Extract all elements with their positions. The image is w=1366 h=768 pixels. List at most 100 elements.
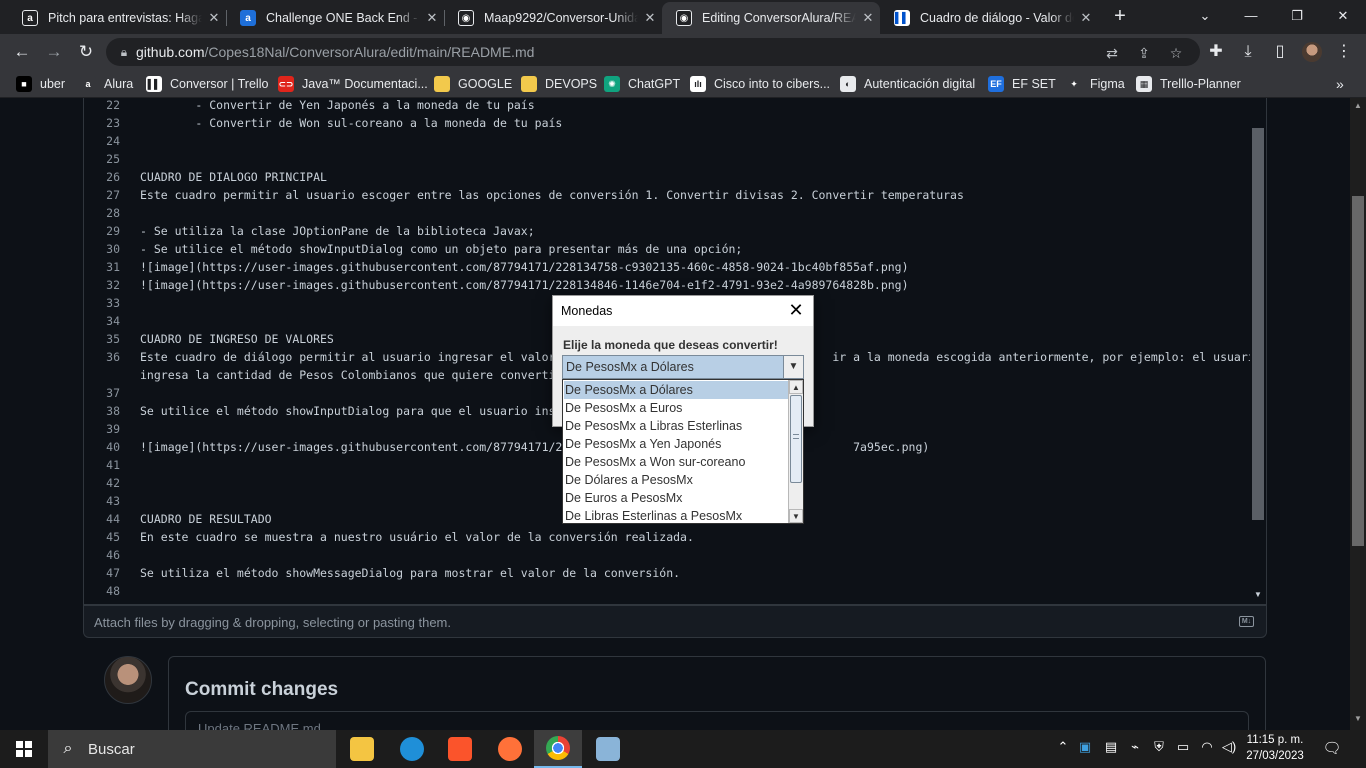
commit-message-input[interactable]: Update README.md — [185, 711, 1249, 730]
scroll-down-icon[interactable]: ▼ — [789, 509, 803, 523]
display-icon[interactable]: ▤ — [1100, 739, 1122, 755]
bookmark-label: Figma — [1090, 77, 1125, 91]
download-icon[interactable]: ⤓ — [1236, 40, 1260, 64]
close-window-button[interactable]: ✕ — [1320, 0, 1366, 34]
browser-tab[interactable]: a Challenge ONE Back End - Ja ✕ — [226, 2, 444, 34]
chevron-up-icon[interactable]: ⌃ — [1052, 739, 1074, 755]
bookmark-item[interactable]: ◐ Autenticación digital — [840, 75, 975, 93]
editor-scroll-down-icon[interactable]: ▼ — [1250, 590, 1266, 599]
wifi-icon[interactable]: ◠ — [1196, 739, 1218, 755]
code-line[interactable]: 48 — [84, 584, 1244, 602]
new-tab-button[interactable]: + — [1108, 4, 1132, 30]
dropdown-option[interactable]: De Libras Esterlinas a PesosMx — [564, 507, 788, 525]
code-line[interactable]: 32 ![image](https://user-images.githubuse… — [84, 278, 1244, 296]
bookmark-item[interactable]: GOOGLE — [434, 75, 512, 93]
browser-tab[interactable]: ▌▌ Cuadro de diálogo - Valor de ✕ — [880, 2, 1098, 34]
code-line[interactable]: 31 ![image](https://user-images.githubuse… — [84, 260, 1244, 278]
taskbar-app[interactable] — [486, 730, 534, 768]
more-bookmarks-icon[interactable]: » — [1336, 75, 1344, 93]
taskbar-app[interactable] — [388, 730, 436, 768]
page-scrollbar-thumb[interactable] — [1352, 196, 1364, 546]
lock-icon[interactable]: 🔒︎ — [106, 45, 136, 60]
browser-tab[interactable]: a Pitch para entrevistas: Haga p ✕ — [8, 2, 226, 34]
page-scroll-down-icon[interactable]: ▼ — [1350, 714, 1366, 723]
bookmark-star-icon[interactable]: ☆ — [1166, 43, 1186, 63]
minimize-button[interactable]: — — [1228, 0, 1274, 34]
code-line[interactable]: 29 - Se utiliza la clase JOptionPane de l… — [84, 224, 1244, 242]
bookmark-item[interactable]: a Alura — [80, 75, 133, 93]
code-line[interactable]: 46 — [84, 548, 1244, 566]
code-line[interactable]: 22 - Convertir de Yen Japonés a la moned… — [84, 98, 1244, 116]
share-icon[interactable]: ⇪ — [1134, 43, 1154, 63]
close-icon[interactable]: ✕ — [785, 299, 807, 321]
clock[interactable]: 11:15 p. m. 27/03/2023 — [1240, 732, 1310, 764]
dropdown-option[interactable]: De PesosMx a Won sur-coreano — [564, 453, 788, 471]
code-line[interactable]: 23 - Convertir de Won sul-coreano a la m… — [84, 116, 1244, 134]
close-tab-icon[interactable]: ✕ — [638, 10, 662, 26]
code-line[interactable]: 27 Este cuadro permitir al usuario escoge… — [84, 188, 1244, 206]
dropdown-option[interactable]: De Dólares a PesosMx — [564, 471, 788, 489]
browser-tab[interactable]: ◉ Maap9292/Conversor-Unidad ✕ — [444, 2, 662, 34]
connection-icon[interactable]: ⌁ — [1124, 739, 1146, 755]
app-tray-icon[interactable]: ▣ — [1074, 739, 1096, 755]
menu-icon[interactable]: ⋮ — [1332, 40, 1356, 64]
browser-tab[interactable]: ◉ Editing ConversorAlura/READ ✕ — [662, 2, 880, 34]
currency-combobox[interactable]: De PesosMx a Dólares ▼ — [562, 355, 804, 379]
attach-files-bar[interactable]: Attach files by dragging & dropping, sel… — [83, 605, 1267, 638]
side-panel-icon[interactable]: ▯ — [1268, 40, 1292, 64]
back-button[interactable]: ← — [10, 40, 34, 64]
dropdown-option[interactable]: De PesosMx a Dólares — [564, 381, 788, 399]
page-scroll-up-icon[interactable]: ▲ — [1350, 101, 1366, 110]
bookmark-item[interactable]: DEVOPS — [521, 75, 597, 93]
code-line[interactable]: 26 CUADRO DE DIALOGO PRINCIPAL — [84, 170, 1244, 188]
bookmark-item[interactable]: ■ uber — [16, 75, 65, 93]
close-tab-icon[interactable]: ✕ — [420, 10, 444, 26]
bookmark-item[interactable]: ▌▌ Conversor | Trello — [146, 75, 268, 93]
start-button[interactable] — [0, 730, 48, 768]
close-tab-icon[interactable]: ✕ — [1074, 10, 1098, 26]
dropdown-option[interactable]: De PesosMx a Libras Esterlinas — [564, 417, 788, 435]
security-icon[interactable]: ⛨ — [1148, 739, 1170, 755]
volume-icon[interactable]: ◁) — [1218, 739, 1240, 755]
profile-avatar[interactable] — [1302, 42, 1322, 62]
forward-button[interactable]: → — [42, 40, 66, 64]
taskbar-app[interactable] — [584, 730, 632, 768]
bookmark-item[interactable]: ▦ Trelllo-Planner — [1136, 75, 1241, 93]
chevron-down-icon[interactable]: ▼ — [783, 356, 803, 378]
reload-button[interactable]: ↻ — [74, 40, 98, 64]
notification-icon[interactable]: 🗨︎ — [1320, 739, 1344, 757]
bookmark-item[interactable]: ✦ Figma — [1066, 75, 1125, 93]
address-bar[interactable]: 🔒︎ github.com/Copes18Nal/ConversorAlura/… — [106, 38, 1200, 66]
close-tab-icon[interactable]: ✕ — [856, 10, 880, 26]
dropdown-option[interactable]: De Euros a PesosMx — [564, 489, 788, 507]
scroll-up-icon[interactable]: ▲ — [789, 380, 803, 394]
code-line[interactable]: 47 Se utiliza el método showMessageDialog… — [84, 566, 1244, 584]
bookmark-item[interactable]: ılı Cisco into to cibers... — [690, 75, 830, 93]
dropdown-scrollbar-thumb[interactable] — [790, 395, 802, 483]
dialog-titlebar[interactable]: Monedas ✕ — [553, 296, 813, 326]
dropdown-scrollbar[interactable]: ▲ ▼ — [788, 380, 803, 523]
efset-icon: EF — [988, 76, 1004, 92]
editor-scrollbar-thumb[interactable] — [1252, 128, 1264, 520]
dropdown-option[interactable]: De PesosMx a Yen Japonés — [564, 435, 788, 453]
code-line[interactable]: 30 - Se utilice el método showInputDialog… — [84, 242, 1244, 260]
taskbar-app[interactable] — [338, 730, 386, 768]
avatar[interactable] — [104, 656, 152, 704]
bookmark-item[interactable]: EF EF SET — [988, 75, 1056, 93]
taskbar-app[interactable] — [436, 730, 484, 768]
taskbar-search[interactable]: ⌕ Buscar — [48, 730, 336, 768]
dropdown-option[interactable]: De PesosMx a Euros — [564, 399, 788, 417]
close-tab-icon[interactable]: ✕ — [202, 10, 226, 26]
code-line[interactable]: 28 — [84, 206, 1244, 224]
battery-icon[interactable]: ▭ — [1172, 739, 1194, 755]
bookmark-item[interactable]: ⊂⊃ Java™ Documentaci... — [278, 75, 428, 93]
translate-icon[interactable]: ⇄ — [1102, 43, 1122, 63]
taskbar-app[interactable] — [534, 730, 582, 768]
tab-search-icon[interactable]: ⌄ — [1182, 0, 1228, 34]
extensions-icon[interactable]: ✚ — [1204, 40, 1228, 64]
code-line[interactable]: 24 — [84, 134, 1244, 152]
restore-button[interactable]: ❐ — [1274, 0, 1320, 34]
bookmark-item[interactable]: ✺ ChatGPT — [604, 75, 680, 93]
code-line[interactable]: 45 En este cuadro se muestra a nuestro us… — [84, 530, 1244, 548]
code-line[interactable]: 25 — [84, 152, 1244, 170]
